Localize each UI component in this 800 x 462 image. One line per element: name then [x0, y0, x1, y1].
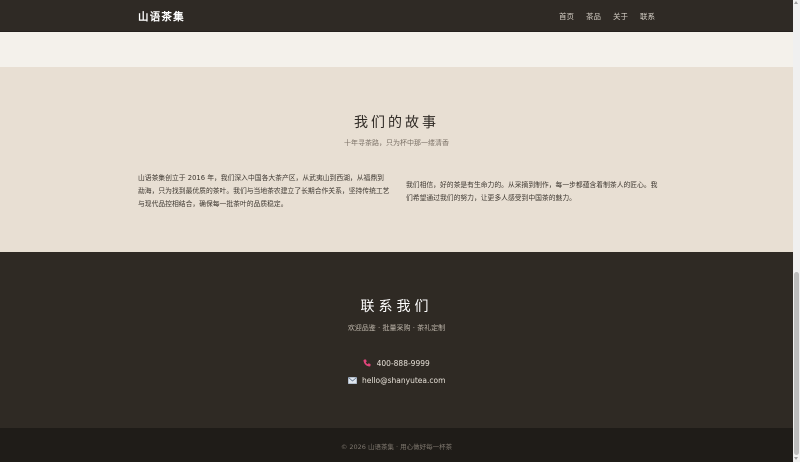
story-paragraph-left: 山语茶集创立于 2016 年，我们深入中国各大茶产区，从武夷山到西湖，从福鼎到勐… — [138, 174, 390, 208]
contact-title: 联系我们 — [360, 299, 433, 315]
contact-subtitle: 欢迎品鉴 · 批量采购 · 茶礼定制 — [347, 324, 446, 332]
nav-link-about[interactable]: 关于 — [613, 11, 628, 22]
contact-section: 联系我们 欢迎品鉴 · 批量采购 · 茶礼定制 400-888-9999 hel… — [0, 252, 793, 428]
nav-link-teas[interactable]: 茶品 — [586, 11, 601, 22]
nav-link-home[interactable]: 首页 — [559, 11, 574, 22]
nav-link-contact[interactable]: 联系 — [640, 11, 655, 22]
footer-copyright: © 2026 山语茶集 · 用心做好每一杯茶 — [340, 443, 453, 451]
vertical-scrollbar[interactable] — [793, 0, 800, 462]
scrollbar-thumb[interactable] — [794, 272, 799, 455]
scroll-up-arrow-icon[interactable] — [794, 1, 798, 4]
phone-number[interactable]: 400-888-9999 — [377, 359, 430, 368]
story-subtitle: 十年寻茶路，只为杯中那一缕清香 — [344, 139, 449, 147]
nav-links: 首页 茶品 关于 联系 — [559, 11, 655, 22]
phone-icon — [363, 359, 371, 369]
story-paragraph-right: 我们相信，好的茶是有生命力的。从采摘到制作，每一步都蕴含着制茶人的匠心。我们希望… — [406, 181, 658, 202]
scroll-down-arrow-icon[interactable] — [794, 457, 798, 460]
email-address[interactable]: hello@shanyutea.com — [362, 376, 445, 385]
story-title: 我们的故事 — [354, 115, 439, 131]
page: 山语茶集 首页 茶品 关于 联系 我们的故事 十年寻茶路，只为杯中那一缕清香 山… — [0, 0, 793, 462]
footer: © 2026 山语茶集 · 用心做好每一杯茶 — [0, 428, 793, 462]
envelope-icon — [347, 376, 357, 386]
top-navbar: 山语茶集 首页 茶品 关于 联系 — [0, 0, 793, 32]
story-section: 我们的故事 十年寻茶路，只为杯中那一缕清香 山语茶集创立于 2016 年，我们深… — [0, 67, 793, 252]
brand-logo[interactable]: 山语茶集 — [138, 9, 185, 24]
email-row: hello@shanyutea.com — [0, 376, 793, 386]
phone-row: 400-888-9999 — [0, 359, 793, 369]
previous-section-bottom — [0, 32, 793, 67]
